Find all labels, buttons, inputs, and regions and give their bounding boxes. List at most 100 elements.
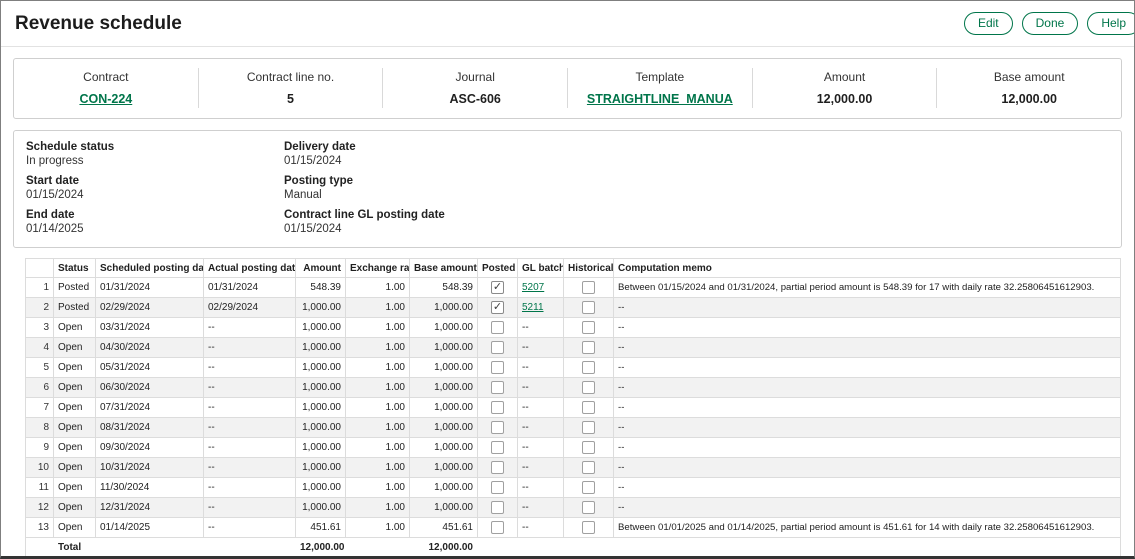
posted-cell bbox=[478, 478, 518, 498]
computation-memo-cell: -- bbox=[614, 358, 1121, 378]
table-row: 4Open04/30/2024--1,000.001.001,000.00---… bbox=[26, 338, 1121, 358]
historical-checkbox[interactable] bbox=[582, 401, 595, 414]
computation-memo-cell: -- bbox=[614, 418, 1121, 438]
gl-batch-link[interactable]: 5211 bbox=[522, 302, 544, 313]
exchange-rate-cell: 1.00 bbox=[346, 298, 410, 318]
field-value: 12,000.00 bbox=[945, 92, 1113, 106]
historical-checkbox[interactable] bbox=[582, 381, 595, 394]
field-value: 01/15/2024 bbox=[284, 155, 445, 167]
field-label: Amount bbox=[761, 70, 929, 84]
posted-checkbox[interactable] bbox=[491, 441, 504, 454]
actual-posting-date-cell: -- bbox=[204, 398, 296, 418]
gl-batch-cell: -- bbox=[518, 418, 564, 438]
summary-field-template: Template STRAIGHTLINE_MANUA bbox=[568, 68, 753, 108]
historical-cell bbox=[564, 358, 614, 378]
header-actual-posting-date: Actual posting date bbox=[204, 259, 296, 278]
detail-field-contract-line-gl-posting-date: Contract line GL posting date 01/15/2024 bbox=[284, 209, 445, 235]
historical-checkbox[interactable] bbox=[582, 281, 595, 294]
historical-checkbox[interactable] bbox=[582, 481, 595, 494]
header-row-number bbox=[26, 259, 54, 278]
done-button[interactable]: Done bbox=[1022, 12, 1079, 34]
historical-checkbox[interactable] bbox=[582, 441, 595, 454]
posted-cell bbox=[478, 358, 518, 378]
actual-posting-date-cell: -- bbox=[204, 518, 296, 538]
exchange-rate-cell: 1.00 bbox=[346, 438, 410, 458]
actual-posting-date-cell: -- bbox=[204, 378, 296, 398]
historical-cell bbox=[564, 338, 614, 358]
posted-checkbox[interactable]: ✓ bbox=[491, 281, 504, 294]
status-cell: Open bbox=[54, 418, 96, 438]
status-cell: Open bbox=[54, 518, 96, 538]
posted-checkbox[interactable] bbox=[491, 361, 504, 374]
schedule-table: Status Scheduled posting date Actual pos… bbox=[25, 258, 1121, 557]
posted-cell bbox=[478, 318, 518, 338]
computation-memo-cell: -- bbox=[614, 458, 1121, 478]
historical-checkbox[interactable] bbox=[582, 341, 595, 354]
posted-checkbox[interactable] bbox=[491, 481, 504, 494]
posted-cell bbox=[478, 518, 518, 538]
detail-field-delivery-date: Delivery date 01/15/2024 bbox=[284, 141, 445, 167]
row-number-cell: 10 bbox=[26, 458, 54, 478]
total-empty bbox=[346, 538, 410, 557]
historical-checkbox[interactable] bbox=[582, 501, 595, 514]
gl-batch-link[interactable]: 5207 bbox=[522, 282, 544, 293]
historical-cell bbox=[564, 278, 614, 298]
field-value: Manual bbox=[284, 189, 445, 201]
historical-cell bbox=[564, 318, 614, 338]
template-link[interactable]: STRAIGHTLINE_MANUA bbox=[587, 92, 733, 106]
table-row: 7Open07/31/2024--1,000.001.001,000.00---… bbox=[26, 398, 1121, 418]
posted-checkbox[interactable] bbox=[491, 421, 504, 434]
base-amount-cell: 1,000.00 bbox=[410, 478, 478, 498]
computation-memo-cell: Between 01/15/2024 and 01/31/2024, parti… bbox=[614, 278, 1121, 298]
header-base-amount: Base amount bbox=[410, 259, 478, 278]
page-title: Revenue schedule bbox=[15, 13, 182, 35]
scheduled-posting-date-cell: 04/30/2024 bbox=[96, 338, 204, 358]
header-status: Status bbox=[54, 259, 96, 278]
posted-cell bbox=[478, 338, 518, 358]
computation-memo-cell: -- bbox=[614, 438, 1121, 458]
historical-checkbox[interactable] bbox=[582, 321, 595, 334]
exchange-rate-cell: 1.00 bbox=[346, 518, 410, 538]
help-button[interactable]: Help bbox=[1087, 12, 1135, 34]
field-label: Contract line GL posting date bbox=[284, 209, 445, 221]
posted-checkbox[interactable] bbox=[491, 461, 504, 474]
amount-cell: 1,000.00 bbox=[296, 358, 346, 378]
historical-checkbox[interactable] bbox=[582, 521, 595, 534]
posted-checkbox[interactable] bbox=[491, 501, 504, 514]
contract-link[interactable]: CON-224 bbox=[79, 92, 132, 106]
gl-batch-cell: 5211 bbox=[518, 298, 564, 318]
actual-posting-date-cell: -- bbox=[204, 338, 296, 358]
edit-button[interactable]: Edit bbox=[964, 12, 1013, 34]
posted-checkbox[interactable] bbox=[491, 381, 504, 394]
total-empty bbox=[26, 538, 54, 557]
status-cell: Posted bbox=[54, 298, 96, 318]
table-row: 2Posted02/29/202402/29/20241,000.001.001… bbox=[26, 298, 1121, 318]
historical-cell bbox=[564, 398, 614, 418]
historical-cell bbox=[564, 378, 614, 398]
exchange-rate-cell: 1.00 bbox=[346, 498, 410, 518]
header-scheduled-posting-date: Scheduled posting date bbox=[96, 259, 204, 278]
amount-cell: 1,000.00 bbox=[296, 378, 346, 398]
total-base-amount: 12,000.00 bbox=[410, 538, 478, 557]
posted-checkbox[interactable] bbox=[491, 341, 504, 354]
posted-checkbox[interactable] bbox=[491, 521, 504, 534]
posted-checkbox[interactable] bbox=[491, 321, 504, 334]
amount-cell: 1,000.00 bbox=[296, 318, 346, 338]
historical-checkbox[interactable] bbox=[582, 461, 595, 474]
base-amount-cell: 1,000.00 bbox=[410, 418, 478, 438]
actual-posting-date-cell: -- bbox=[204, 318, 296, 338]
gl-batch-cell: -- bbox=[518, 438, 564, 458]
historical-checkbox[interactable] bbox=[582, 361, 595, 374]
details-right-column: Delivery date 01/15/2024 Posting type Ma… bbox=[284, 141, 445, 235]
posted-checkbox[interactable] bbox=[491, 401, 504, 414]
posted-checkbox[interactable]: ✓ bbox=[491, 301, 504, 314]
total-empty bbox=[518, 538, 564, 557]
status-cell: Open bbox=[54, 478, 96, 498]
gl-batch-cell: -- bbox=[518, 518, 564, 538]
field-label: Start date bbox=[26, 175, 284, 187]
historical-checkbox[interactable] bbox=[582, 421, 595, 434]
details-left-column: Schedule status In progress Start date 0… bbox=[26, 141, 284, 235]
historical-checkbox[interactable] bbox=[582, 301, 595, 314]
amount-cell: 1,000.00 bbox=[296, 498, 346, 518]
computation-memo-cell: -- bbox=[614, 318, 1121, 338]
